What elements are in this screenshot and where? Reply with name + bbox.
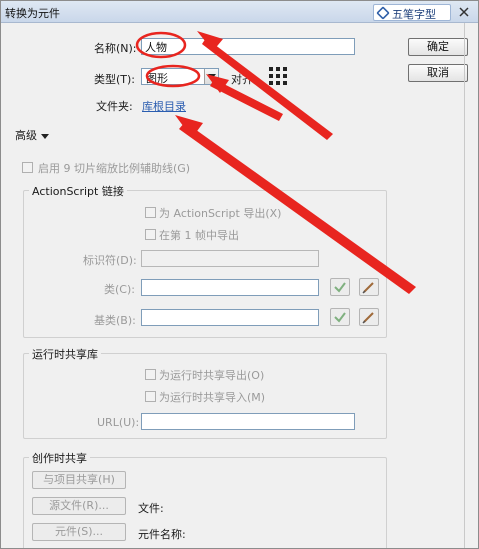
triangle-down-icon bbox=[41, 133, 49, 139]
share-project-button[interactable]: 与项目共享(H) bbox=[32, 471, 126, 489]
watermark-badge: 五笔字型 bbox=[373, 4, 451, 21]
file-label: 文件: bbox=[138, 502, 164, 515]
export-actionscript-label: 为 ActionScript 导出(X) bbox=[159, 207, 282, 220]
export-frame1-label: 在第 1 帧中导出 bbox=[159, 229, 239, 242]
validate-base-class-button[interactable] bbox=[330, 308, 350, 326]
registration-grid-icon[interactable] bbox=[269, 67, 287, 85]
type-label: 类型(T): bbox=[94, 73, 136, 86]
actionscript-group-title: ActionScript 链接 bbox=[29, 183, 127, 199]
export-runtime-checkbox[interactable] bbox=[145, 369, 156, 380]
checkmark-icon bbox=[334, 282, 346, 293]
identifier-label: 标识符(D): bbox=[83, 254, 137, 267]
import-runtime-label: 为运行时共享导入(M) bbox=[159, 391, 266, 404]
edit-base-class-button[interactable] bbox=[359, 308, 379, 326]
base-class-input[interactable] bbox=[141, 309, 319, 326]
pencil-icon bbox=[362, 282, 374, 294]
class-label: 类(C): bbox=[104, 283, 135, 296]
folder-link[interactable]: 库根目录 bbox=[142, 98, 186, 114]
export-actionscript-checkbox[interactable] bbox=[145, 207, 156, 218]
runtime-group-title: 运行时共享库 bbox=[29, 346, 101, 362]
validate-class-button[interactable] bbox=[330, 278, 350, 296]
name-input[interactable] bbox=[141, 38, 355, 55]
symbol-name-label: 元件名称: bbox=[138, 528, 186, 541]
source-file-button[interactable]: 源文件(R)... bbox=[32, 497, 126, 515]
advanced-label: 高级 bbox=[15, 129, 37, 142]
base-class-label: 基类(B): bbox=[94, 314, 136, 327]
annotation-arrowhead-3 bbox=[175, 115, 203, 138]
dialog-title: 转换为元件 bbox=[5, 7, 60, 20]
chevron-down-icon[interactable] bbox=[204, 69, 218, 84]
type-select-value: 图形 bbox=[146, 72, 168, 85]
export-frame1-checkbox[interactable] bbox=[145, 229, 156, 240]
watermark-logo-icon bbox=[376, 6, 390, 20]
cancel-button[interactable]: 取消 bbox=[408, 64, 468, 82]
type-select[interactable]: 图形 bbox=[141, 68, 219, 85]
checkmark-icon bbox=[334, 312, 346, 323]
import-runtime-checkbox[interactable] bbox=[145, 391, 156, 402]
ok-button[interactable]: 确定 bbox=[408, 38, 468, 56]
url-input[interactable] bbox=[141, 413, 355, 430]
convert-to-symbol-dialog: 转换为元件 五笔字型 名称(N): 类型(T): 图形 对齐: 文件夹: 库根目… bbox=[0, 0, 479, 549]
title-bar: 转换为元件 五笔字型 bbox=[1, 1, 478, 23]
nine-slice-label: 启用 9 切片缩放比例辅助线(G) bbox=[38, 162, 191, 175]
folder-label: 文件夹: bbox=[96, 100, 133, 113]
authortime-group-title: 创作时共享 bbox=[29, 450, 90, 466]
name-label: 名称(N): bbox=[94, 42, 137, 55]
identifier-input[interactable] bbox=[141, 250, 319, 267]
url-label: URL(U): bbox=[97, 416, 140, 429]
edit-class-button[interactable] bbox=[359, 278, 379, 296]
symbol-button[interactable]: 元件(S)... bbox=[32, 523, 126, 541]
registration-label: 对齐: bbox=[231, 73, 257, 86]
close-icon[interactable] bbox=[457, 5, 471, 19]
class-input[interactable] bbox=[141, 279, 319, 296]
right-edge-divider bbox=[464, 23, 465, 548]
pencil-icon bbox=[362, 312, 374, 324]
nine-slice-checkbox[interactable] bbox=[22, 162, 33, 173]
watermark-text: 五笔字型 bbox=[392, 8, 436, 21]
advanced-toggle[interactable]: 高级 bbox=[15, 127, 49, 143]
export-runtime-label: 为运行时共享导出(O) bbox=[159, 369, 265, 382]
